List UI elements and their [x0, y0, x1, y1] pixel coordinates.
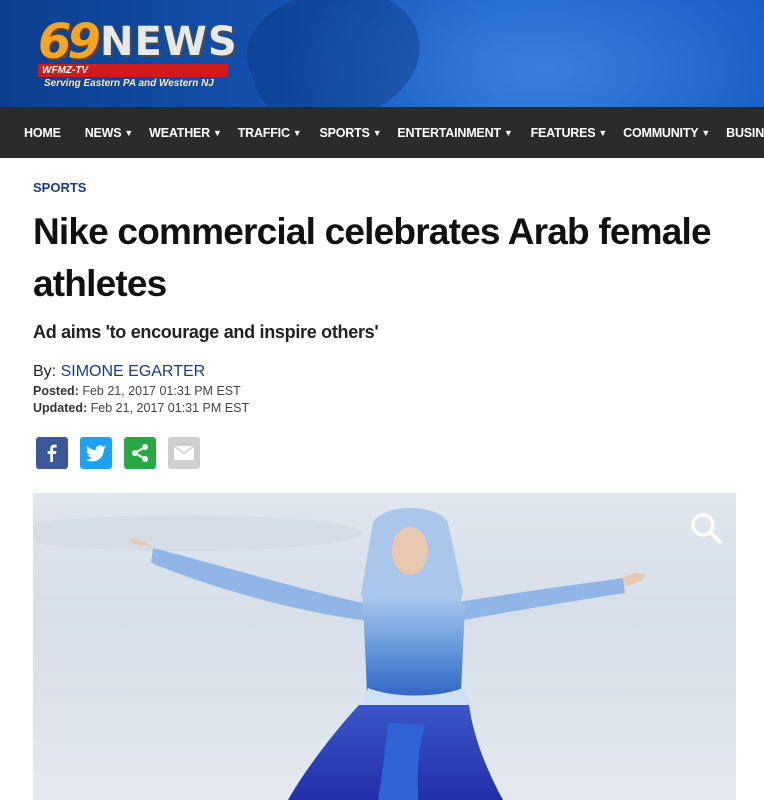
nav-item-weather[interactable]: WEATHER ▼ — [149, 126, 222, 140]
posted-label: Posted: — [33, 384, 79, 398]
updated-value: Feb 21, 2017 01:31 PM EST — [90, 401, 250, 415]
facebook-icon — [47, 444, 57, 462]
nav-item-entertainment[interactable]: ENTERTAINMENT ▼ — [397, 126, 512, 140]
nav-item-label: HOME — [24, 125, 61, 140]
nav-item-features[interactable]: FEATURES ▼ — [531, 126, 608, 140]
email-icon — [174, 446, 194, 460]
nav-item-label: NEWS — [84, 125, 122, 140]
nav-item-label: FEATURES — [530, 125, 596, 140]
caret-down-icon: ▼ — [598, 127, 608, 138]
byline-label: By: — [33, 363, 57, 380]
caret-down-icon: ▼ — [124, 127, 134, 138]
caret-down-icon: ▼ — [503, 127, 513, 138]
nav-item-label: TRAFFIC — [237, 125, 290, 140]
site-header-banner: 69 NEWS WFMZ-TV Serving Eastern PA and W… — [0, 0, 764, 107]
email-share-button[interactable] — [168, 437, 200, 469]
posted-value: Feb 21, 2017 01:31 PM EST — [82, 384, 241, 398]
caret-down-icon: ▼ — [292, 127, 302, 138]
nav-item-label: WEATHER — [149, 125, 210, 140]
nav-item-label: BUSINESS — [726, 125, 764, 140]
figure-skater-image — [33, 508, 647, 800]
logo-word: NEWS — [100, 19, 238, 65]
nav-item-label: SPORTS — [319, 125, 370, 140]
updated-label: Updated: — [33, 401, 88, 415]
article-headline: Nike commercial celebrates Arab female a… — [33, 211, 712, 304]
caret-down-icon: ▼ — [701, 127, 711, 138]
share-bar — [36, 437, 212, 469]
updated-date: Updated: Feb 21, 2017 01:31 PM EST — [33, 401, 249, 415]
share-button[interactable] — [124, 437, 156, 469]
nav-item-label: COMMUNITY — [623, 125, 699, 140]
site-logo[interactable]: 69 NEWS WFMZ-TV Serving Eastern PA and W… — [38, 14, 237, 94]
nav-item-community[interactable]: COMMUNITY ▼ — [623, 126, 710, 140]
logo-number: 69 — [38, 14, 101, 70]
nav-item-sports[interactable]: SPORTS ▼ — [320, 126, 382, 140]
twitter-icon — [86, 444, 106, 461]
zoom-icon[interactable] — [689, 511, 723, 545]
main-nav: HOME NEWS ▼ WEATHER ▼ TRAFFIC ▼ SPORTS ▼ ENT… — [0, 107, 764, 158]
twitter-share-button[interactable] — [80, 437, 112, 469]
article-photo[interactable] — [33, 493, 736, 800]
author-link[interactable]: SIMONE EGARTER — [61, 363, 206, 380]
nav-item-traffic[interactable]: TRAFFIC ▼ — [238, 126, 302, 140]
logo-callsign: WFMZ-TV — [42, 65, 89, 76]
nav-item-business[interactable]: BUSINESS▼ — [726, 126, 764, 140]
posted-date: Posted: Feb 21, 2017 01:31 PM EST — [33, 384, 241, 398]
byline: By: SIMONE EGARTER — [33, 363, 205, 381]
facebook-share-button[interactable] — [36, 437, 68, 469]
logo-tagline: Serving Eastern PA and Western NJ — [44, 78, 214, 89]
section-link[interactable]: SPORTS — [33, 180, 86, 195]
nav-item-news[interactable]: NEWS ▼ — [84, 125, 134, 140]
share-icon — [132, 444, 148, 462]
caret-down-icon: ▼ — [213, 127, 222, 138]
nav-item-home[interactable]: HOME — [24, 126, 61, 140]
caret-down-icon: ▼ — [372, 127, 382, 138]
article-subhead: Ad aims 'to encourage and inspire others… — [33, 322, 379, 342]
nav-item-label: ENTERTAINMENT — [397, 125, 501, 140]
